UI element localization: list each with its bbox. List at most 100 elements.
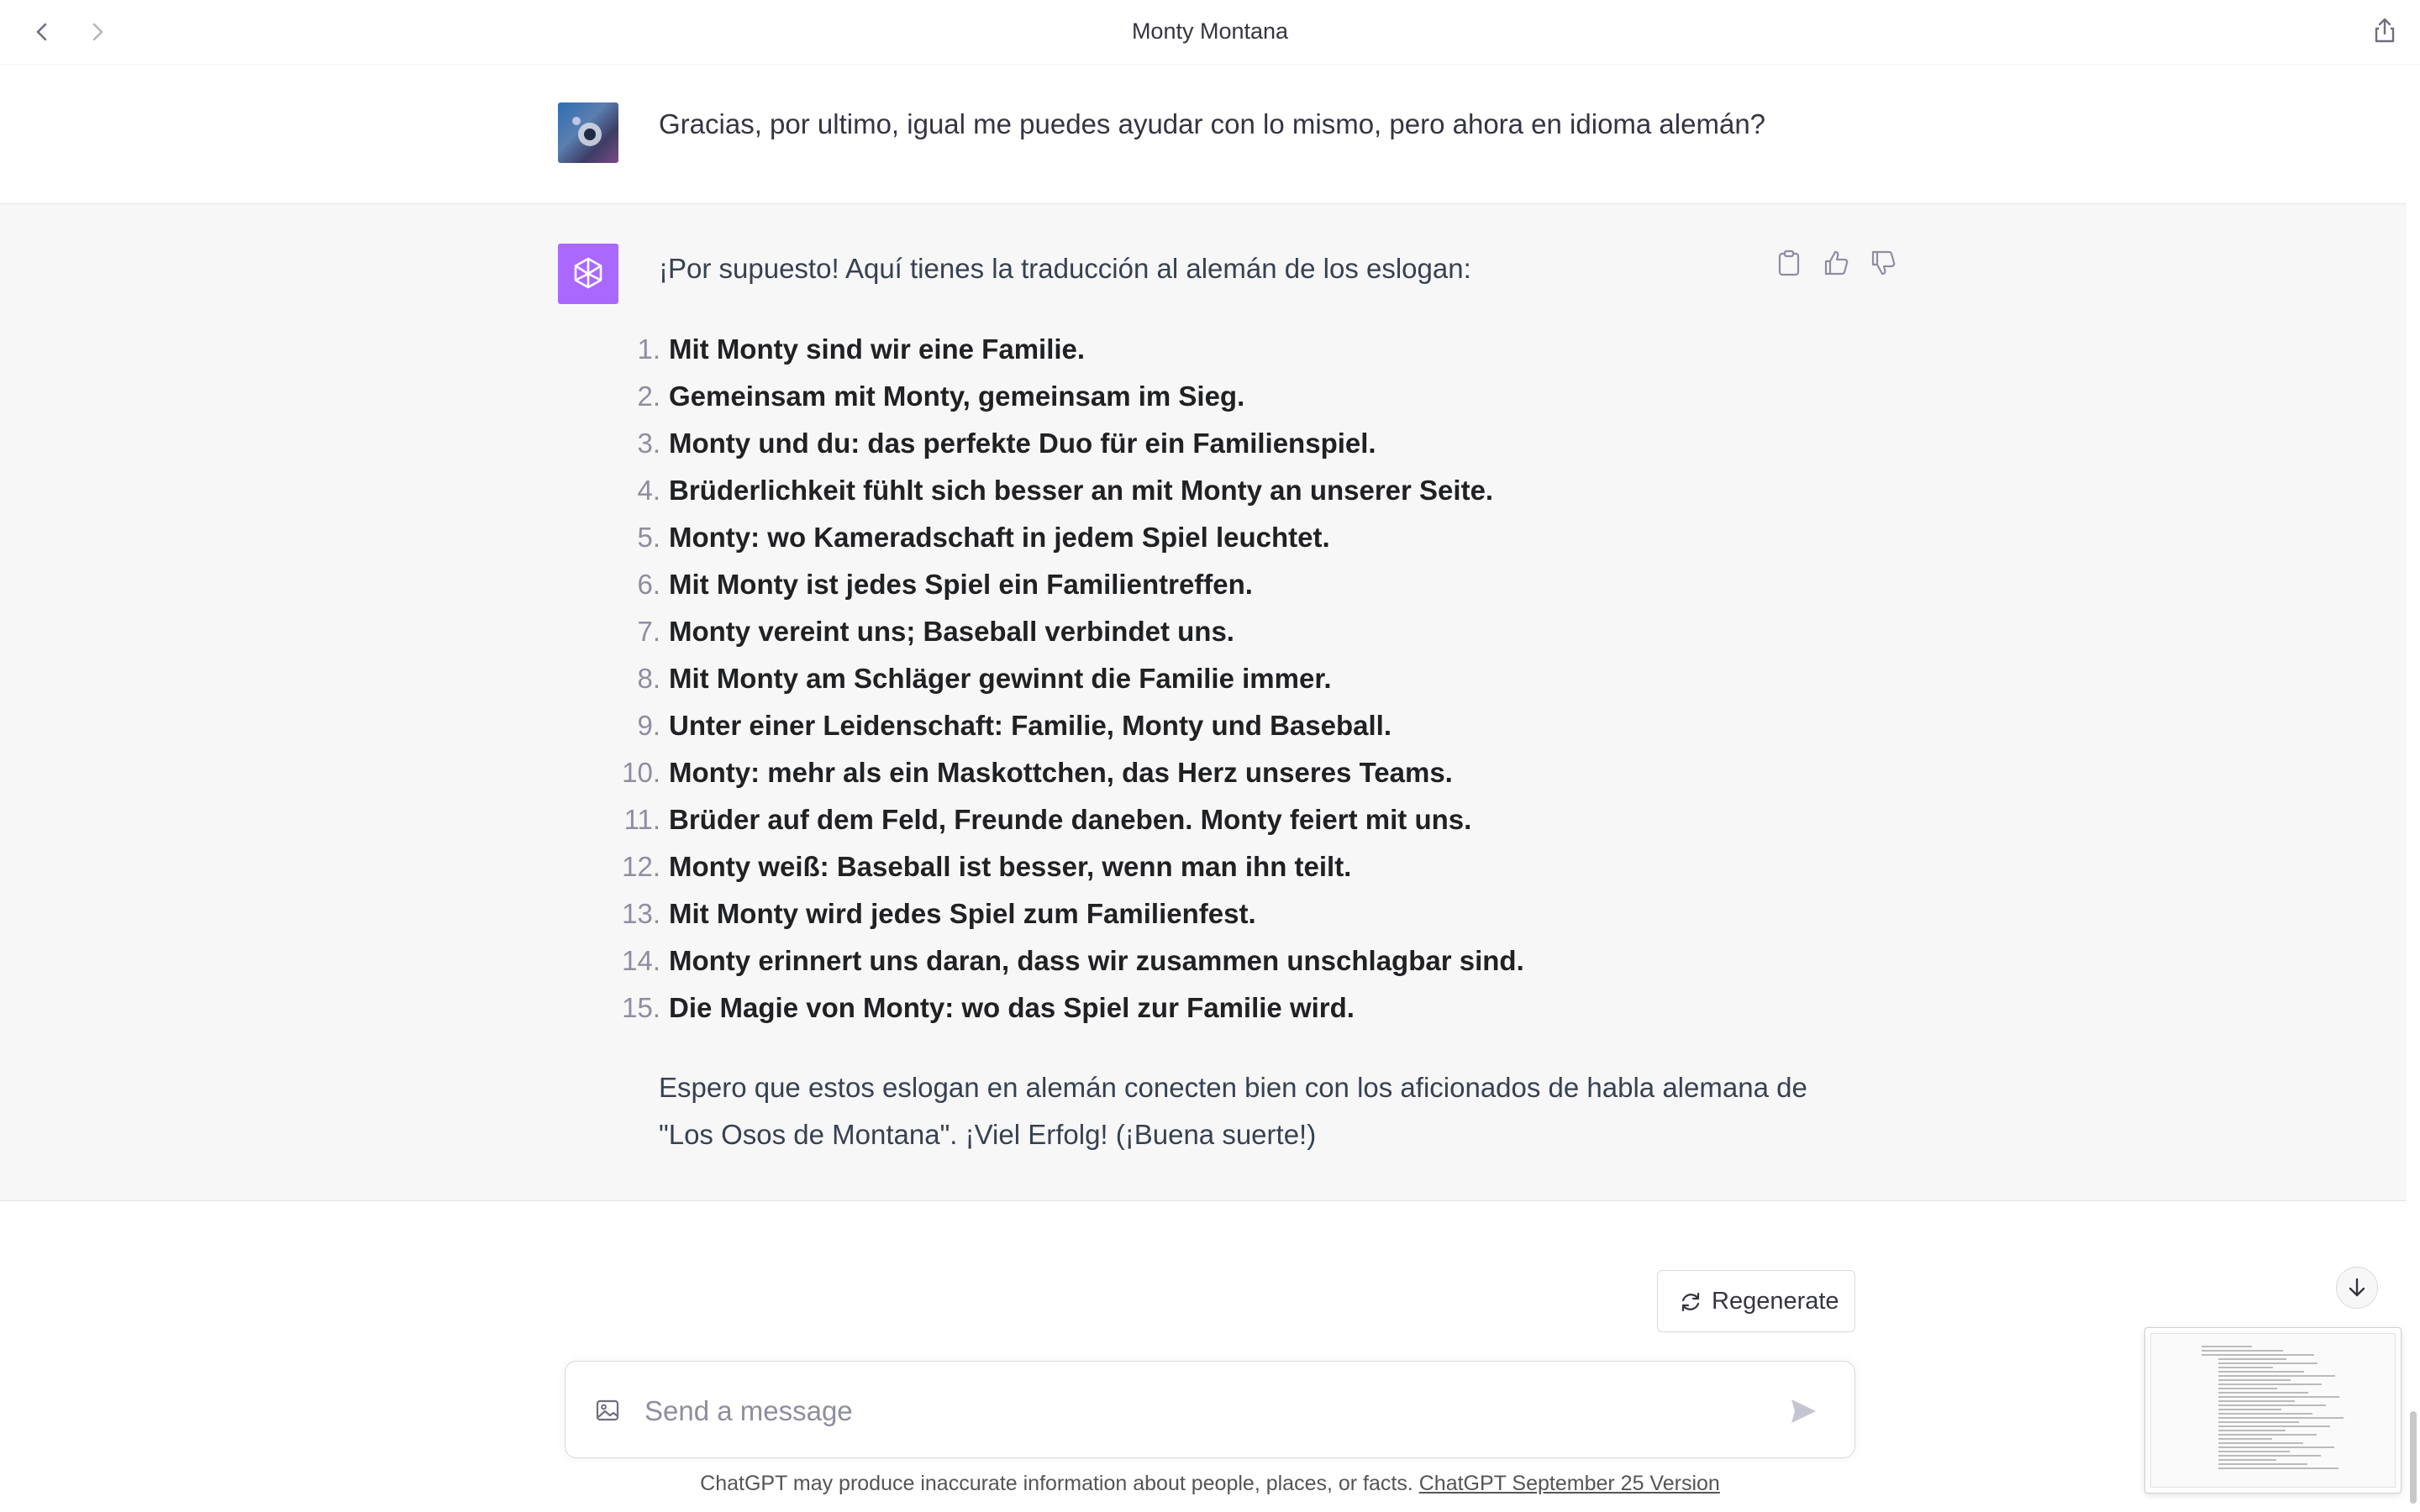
refresh-icon (1681, 1292, 1700, 1312)
list-item-text: Monty: wo Kameradschaft in jedem Spiel l… (669, 522, 1330, 553)
list-item: 11. Brüder auf dem Feld, Freunde daneben.… (615, 796, 1524, 843)
list-item: 10. Monty: mehr als ein Maskottchen, das … (615, 749, 1524, 796)
thumbnail-line (2218, 1379, 2291, 1381)
thumbnail-line (2218, 1367, 2273, 1368)
list-item-text: Gemeinsam mit Monty, gemeinsam im Sieg. (669, 381, 1245, 412)
thumbnail-line (2218, 1425, 2330, 1427)
thumbnail-line (2218, 1371, 2304, 1373)
list-item: 8. Mit Monty am Schläger gewinnt die Fami… (615, 655, 1524, 702)
thumbnail-line (2202, 1354, 2314, 1356)
thumbnail-line (2218, 1404, 2326, 1406)
list-item-number: 15. (622, 992, 660, 1023)
thumbnail-line (2218, 1438, 2272, 1440)
disclaimer-text: ChatGPT may produce inaccurate informati… (700, 1472, 1413, 1495)
user-message-text: Gracias, por ultimo, igual me puedes ayu… (659, 108, 1766, 139)
list-item: 2. Gemeinsam mit Monty, gemeinsam im Sieg… (615, 373, 1524, 420)
list-item: 9. Unter einer Leidenschaft: Familie, Mon… (615, 702, 1524, 749)
openai-logo-icon (574, 257, 602, 289)
list-item-text: Unter einer Leidenschaft: Familie, Monty… (669, 710, 1392, 741)
list-item-text: Monty erinnert uns daran, dass wir zusam… (669, 945, 1524, 976)
message-composer (565, 1361, 1855, 1458)
assistant-outro-text: Espero que estos eslogan en alemán conec… (659, 1072, 1807, 1150)
list-item-number: 10. (622, 757, 660, 788)
assistant-message-row: ¡Por supuesto! Aquí tienes la traducción… (0, 204, 2407, 1201)
thumbnail-line (2218, 1383, 2322, 1385)
list-item: 12. Monty weiß: Baseball ist besser, wenn… (615, 843, 1524, 890)
list-item-number: 2. (637, 381, 660, 412)
thumbnail-line (2218, 1409, 2281, 1410)
list-item-number: 4. (637, 475, 660, 506)
thumbnail-line (2218, 1451, 2290, 1452)
thumbnail-line (2218, 1413, 2312, 1415)
list-item-number: 13. (622, 898, 660, 929)
regenerate-label: Regenerate (1712, 1288, 1839, 1315)
thumbnail-line (2218, 1459, 2276, 1461)
scroll-to-bottom-button[interactable] (2336, 1267, 2378, 1309)
message-input[interactable] (643, 1387, 1739, 1436)
thumbnail-line (2218, 1446, 2334, 1448)
thumbnail-line (2218, 1388, 2277, 1389)
assistant-intro-text: ¡Por supuesto! Aquí tienes la traducción… (659, 253, 1471, 284)
list-item-number: 11. (623, 804, 660, 835)
list-item: 5. Monty: wo Kameradschaft in jedem Spiel… (615, 514, 1524, 561)
regenerate-button[interactable]: Regenerate (1657, 1270, 1855, 1332)
thumbnail-line (2202, 1346, 2252, 1347)
list-item-text: Mit Monty am Schläger gewinnt die Famili… (669, 663, 1332, 694)
list-item-text: Mit Monty sind wir eine Familie. (669, 333, 1086, 365)
list-item-text: Brüder auf dem Feld, Freunde daneben. Mo… (669, 804, 1472, 835)
list-item-text: Mit Monty ist jedes Spiel ein Familientr… (669, 569, 1253, 600)
thumbnail-line (2218, 1362, 2317, 1364)
list-item-number: 8. (637, 663, 660, 694)
list-item-number: 5. (637, 522, 660, 553)
list-item: 6. Mit Monty ist jedes Spiel ein Familien… (615, 561, 1524, 608)
list-item: 3. Monty und du: das perfekte Duo für ein… (615, 420, 1524, 467)
list-item: 4. Brüderlichkeit fühlt sich besser an mi… (615, 467, 1524, 514)
list-item-number: 14. (622, 945, 660, 976)
thumbnail-line (2218, 1358, 2286, 1360)
thumbnail-line (2218, 1417, 2344, 1419)
assistant-avatar (558, 244, 618, 304)
thumbnail-line (2218, 1400, 2295, 1402)
image-icon[interactable] (594, 1397, 621, 1424)
list-item-number: 6. (637, 569, 660, 600)
list-item-text: Monty: mehr als ein Maskottchen, das Her… (669, 757, 1453, 788)
list-item-text: Monty und du: das perfekte Duo für ein F… (669, 428, 1376, 459)
thumbnail-line (2218, 1375, 2335, 1377)
footer-disclaimer: ChatGPT may produce inaccurate informati… (0, 1472, 2420, 1496)
thumbnail-line (2218, 1467, 2338, 1469)
share-icon[interactable] (2370, 15, 2400, 45)
version-link[interactable]: ChatGPT September 25 Version (1419, 1472, 1720, 1495)
thumbnail-line (2218, 1442, 2303, 1444)
list-item-number: 7. (637, 616, 660, 647)
arrow-down-icon (2349, 1278, 2365, 1297)
thumbnail-line (2218, 1455, 2321, 1457)
thumbs-up-icon[interactable] (1822, 248, 1850, 278)
thumbs-down-icon[interactable] (1869, 248, 1897, 278)
list-item-text: Brüderlichkeit fühlt sich besser an mit … (669, 475, 1494, 506)
list-item: 15. Die Magie von Monty: wo das Spiel zur… (615, 984, 1524, 1032)
thumbnail-preview (2150, 1333, 2396, 1488)
list-item-text: Mit Monty wird jedes Spiel zum Familienf… (669, 898, 1256, 929)
list-item-number: 1. (637, 333, 660, 365)
user-message-row: Gracias, por ultimo, igual me puedes ayu… (0, 64, 2407, 204)
thumbnail-line (2218, 1434, 2317, 1436)
clipboard-icon[interactable] (1775, 248, 1803, 278)
thumbnail-line (2218, 1463, 2307, 1465)
window-title: Monty Montana (1131, 18, 1289, 44)
list-item: 7. Monty vereint uns; Baseball verbindet … (615, 608, 1524, 655)
user-avatar-image (572, 117, 602, 146)
scrollbar[interactable] (2410, 1411, 2417, 1504)
top-bar: Monty Montana (0, 0, 2420, 64)
list-item-number: 12. (622, 851, 660, 882)
list-item-text: Monty weiß: Baseball ist besser, wenn ma… (669, 851, 1352, 882)
list-item-text: Die Magie von Monty: wo das Spiel zur Fa… (669, 992, 1355, 1023)
thumbnail-line (2218, 1421, 2299, 1423)
list-item-text: Monty vereint uns; Baseball verbindet un… (669, 616, 1234, 647)
send-icon[interactable] (1787, 1395, 1819, 1427)
thumbnail-line (2218, 1430, 2286, 1431)
thumbnail-line (2218, 1396, 2339, 1398)
list-item-number: 3. (637, 428, 660, 459)
window-thumbnail[interactable] (2144, 1327, 2402, 1494)
list-item: 1. Mit Monty sind wir eine Familie. (615, 326, 1524, 373)
list-item-number: 9. (637, 710, 660, 741)
